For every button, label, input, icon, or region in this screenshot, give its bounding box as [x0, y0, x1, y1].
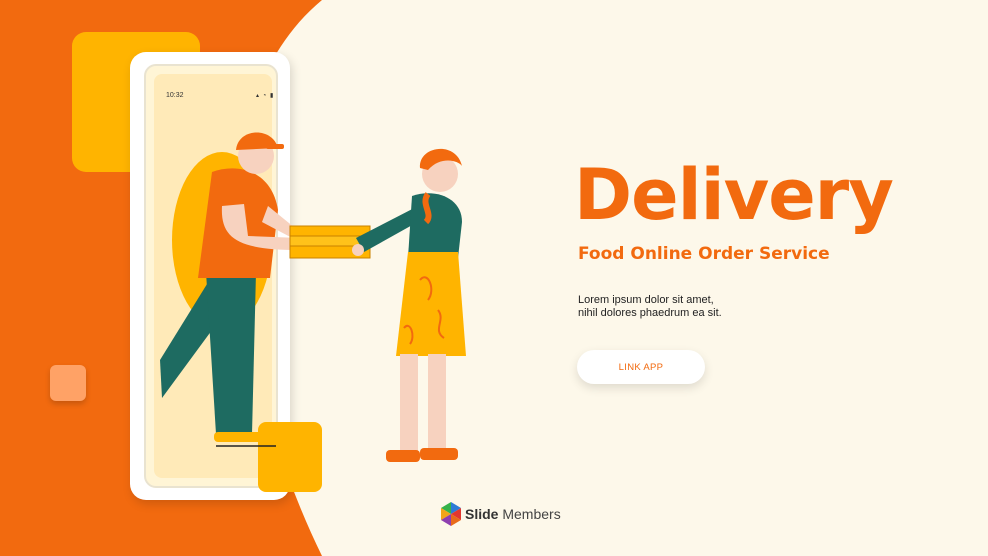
decor-square-small: [50, 365, 86, 401]
slide-subtitle: Food Online Order Service: [578, 244, 830, 264]
body-line-1: Lorem ipsum dolor sit amet,: [578, 294, 714, 306]
smartphone-screen: [144, 64, 278, 488]
slidemembers-logo[interactable]: Slide Members: [440, 500, 561, 528]
logo-word-slide: Slide: [465, 506, 499, 522]
link-app-button[interactable]: LINK APP: [577, 350, 705, 384]
phone-status-icons: ▴ ◔ ▮: [256, 93, 275, 99]
screen-background: [154, 74, 272, 478]
body-text: Lorem ipsum dolor sit amet, nihil dolore…: [578, 294, 798, 320]
logo-text: Slide Members: [465, 506, 561, 522]
slidemembers-logo-icon: [441, 502, 461, 526]
decor-square-bottom: [258, 422, 322, 492]
phone-clock: 10:32: [166, 92, 184, 99]
slide-title: Delivery: [574, 154, 894, 236]
logo-word-members: Members: [498, 506, 561, 522]
body-line-2: nihil dolores phaedrum ea sit.: [578, 307, 722, 319]
